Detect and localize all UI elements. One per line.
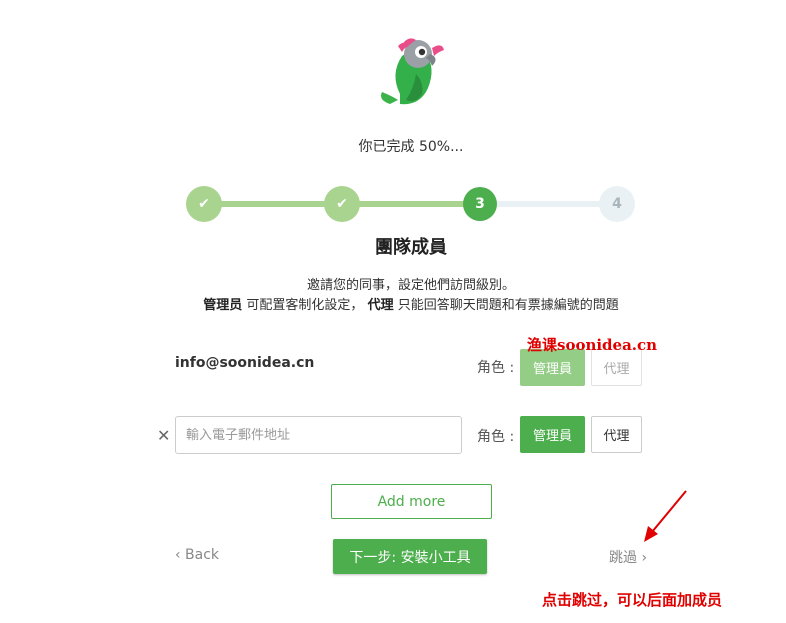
- skip-link[interactable]: 跳過 ›: [609, 547, 647, 567]
- parrot-mascot-logo: [381, 38, 444, 105]
- back-link[interactable]: ‹ Back: [175, 547, 219, 563]
- roles-note: 管理员 可配置客制化設定， 代理 只能回答聊天問題和有票據編號的問題: [0, 294, 786, 313]
- agent-term: 代理: [367, 298, 394, 313]
- watermark-text: 渔课soonidea.cn: [527, 336, 658, 354]
- page-title: 團隊成員: [375, 237, 447, 258]
- step-2-check-icon: ✔: [324, 186, 360, 222]
- step-4-pending: 4: [599, 186, 635, 222]
- admin-term: 管理员: [203, 298, 243, 313]
- skip-annotation-text: 点击跳过，可以后面加成员: [542, 591, 723, 609]
- stepper-track-done-2: [342, 201, 480, 207]
- agent-text: 只能回答聊天問題和有票據編號的問題: [393, 298, 619, 313]
- step-3-current: 3: [463, 187, 497, 221]
- email-input[interactable]: [175, 416, 462, 454]
- member-role-label: 角色 :: [477, 360, 515, 376]
- remove-row-close-icon[interactable]: ✕: [157, 426, 170, 445]
- member-email: info@soonidea.cn: [175, 355, 315, 371]
- new-member-role-label: 角色 :: [477, 429, 515, 445]
- new-member-admin-role-button[interactable]: 管理員: [520, 416, 585, 453]
- red-arrow-annotation: [644, 490, 687, 542]
- progress-text: 你已完成 50%...: [358, 139, 464, 155]
- progress-stepper: ✔ ✔ 3 4: [180, 184, 640, 224]
- step-1-check-icon: ✔: [186, 186, 222, 222]
- add-more-button[interactable]: Add more: [331, 484, 492, 519]
- next-step-button[interactable]: 下一步: 安裝小工具: [333, 539, 487, 574]
- section-description: 邀請您的同事，設定他們訪問級別。: [306, 278, 515, 293]
- new-member-agent-role-button[interactable]: 代理: [591, 416, 642, 453]
- admin-text: 可配置客制化設定，: [242, 298, 364, 313]
